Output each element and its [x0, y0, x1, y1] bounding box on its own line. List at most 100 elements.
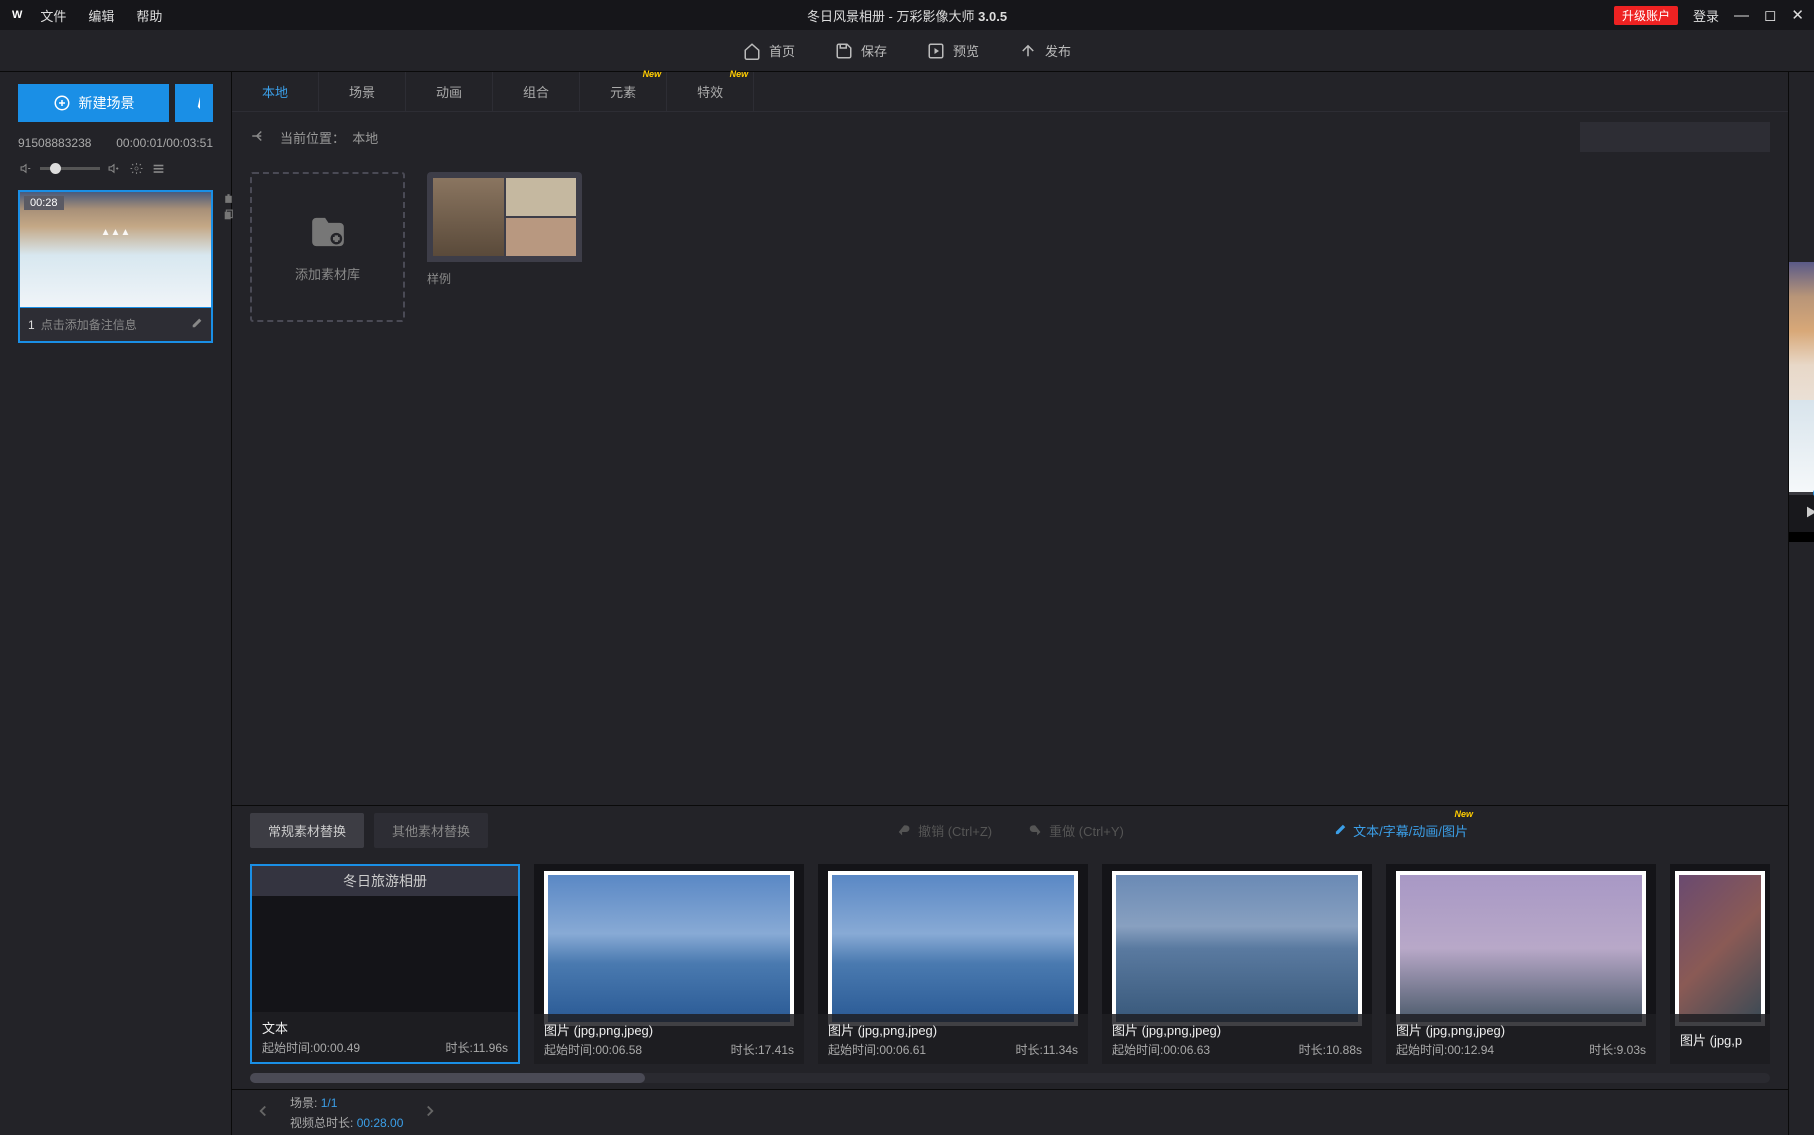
- login-button[interactable]: 登录: [1693, 6, 1719, 25]
- timeline-scrollbar[interactable]: [250, 1073, 1770, 1083]
- clip-type: 图片 (jpg,png,jpeg): [1396, 1020, 1646, 1039]
- video-controls: 00:01.61/00:28.00: [1789, 492, 1814, 532]
- minimize-icon[interactable]: —: [1734, 7, 1749, 24]
- scene-count: 1/1: [321, 1096, 338, 1110]
- pencil-icon[interactable]: [190, 317, 203, 333]
- settings-icon[interactable]: [128, 160, 144, 176]
- title-text: 冬日风景相册 - 万彩影像大师: [807, 9, 975, 24]
- home-label: 首页: [769, 41, 795, 60]
- scene-controls: [18, 160, 213, 176]
- app-title: 冬日风景相册 - 万彩影像大师 3.0.5: [807, 6, 1007, 25]
- upgrade-button[interactable]: 升级账户: [1614, 6, 1678, 25]
- delete-scene-icon[interactable]: [222, 192, 235, 205]
- tab-animation[interactable]: 动画: [406, 72, 493, 111]
- scene-preview-image: 00:28 ▲▲▲: [20, 192, 211, 307]
- scene-label: 场景:: [290, 1096, 317, 1110]
- new-badge: New: [643, 69, 662, 79]
- clip-start: 起始时间:00:00.49: [262, 1039, 360, 1056]
- sort-icon: [185, 94, 203, 112]
- time-display: 00:00:01/00:03:51: [116, 136, 213, 150]
- new-badge: New: [1454, 809, 1473, 819]
- menu-help[interactable]: 帮助: [136, 6, 162, 25]
- clip-start: 起始时间:00:06.63: [1112, 1041, 1210, 1058]
- publish-button[interactable]: 发布: [1019, 41, 1071, 60]
- add-library-button[interactable]: 添加素材库: [250, 172, 405, 322]
- app-logo: W: [12, 9, 22, 21]
- clip-image[interactable]: 图片 (jpg,png,jpeg) 起始时间:00:06.63时长:10.88s: [1102, 864, 1372, 1064]
- save-label: 保存: [861, 41, 887, 60]
- clip-thumbnail: [1396, 871, 1646, 1026]
- clip-duration: 时长:9.03s: [1589, 1041, 1646, 1058]
- main-toolbar: 首页 保存 预览 发布: [0, 30, 1814, 72]
- back-button[interactable]: [250, 127, 268, 148]
- tab-scene[interactable]: 场景: [319, 72, 406, 111]
- save-button[interactable]: 保存: [835, 41, 887, 60]
- clip-start: 起始时间:00:06.58: [544, 1041, 642, 1058]
- undo-icon: [896, 822, 912, 838]
- more-icon[interactable]: [150, 160, 166, 176]
- clip-thumbnail: [828, 871, 1078, 1026]
- clip-type: 图片 (jpg,png,jpeg): [828, 1020, 1078, 1039]
- clip-type: 图片 (jpg,png,jpeg): [544, 1020, 794, 1039]
- volume-slider[interactable]: [40, 167, 100, 170]
- tab-element[interactable]: 元素New: [580, 72, 667, 111]
- volume-down-icon[interactable]: [18, 160, 34, 176]
- clip-type: 图片 (jpg,p: [1680, 1030, 1760, 1049]
- arrow-left-icon: [250, 127, 268, 145]
- home-icon: [743, 42, 761, 60]
- timeline-area: 常规素材替换 其他素材替换 撤销 (Ctrl+Z) 重做 (Ctrl+Y) 文本…: [232, 805, 1788, 1135]
- clip-image[interactable]: 图片 (jpg,p: [1670, 864, 1770, 1064]
- tab-regular-replace[interactable]: 常规素材替换: [250, 813, 364, 848]
- tab-other-replace[interactable]: 其他素材替换: [374, 813, 488, 848]
- sort-scenes-button[interactable]: [175, 84, 213, 122]
- undo-button[interactable]: 撤销 (Ctrl+Z): [896, 821, 992, 840]
- clip-type: 文本: [262, 1018, 508, 1037]
- next-scene-button[interactable]: [421, 1102, 439, 1123]
- close-icon[interactable]: ✕: [1791, 6, 1804, 24]
- search-input[interactable]: [1590, 130, 1767, 145]
- publish-icon: [1019, 42, 1037, 60]
- video-preview: 冬日风景相册 00:01.61/00:28.00: [1789, 262, 1814, 542]
- scrollbar-thumb[interactable]: [250, 1073, 645, 1083]
- edit-text-button[interactable]: 文本/字幕/动画/图片 New: [1333, 821, 1468, 840]
- video-canvas[interactable]: 冬日风景相册: [1789, 262, 1814, 492]
- folder-plus-icon: [308, 212, 348, 252]
- tab-effect[interactable]: 特效New: [667, 72, 754, 111]
- scene-note[interactable]: 点击添加备注信息: [41, 316, 137, 333]
- new-scene-button[interactable]: 新建场景: [18, 84, 169, 122]
- breadcrumb: 当前位置： 本地: [280, 128, 378, 147]
- plus-circle-icon: [53, 94, 71, 112]
- clip-duration: 时长:11.34s: [1016, 1041, 1078, 1058]
- clip-thumbnail: [1675, 871, 1765, 1026]
- clip-text[interactable]: 冬日旅游相册 文本 起始时间:00:00.49时长:11.96s: [250, 864, 520, 1064]
- play-icon[interactable]: [1803, 504, 1814, 520]
- clip-image[interactable]: 图片 (jpg,png,jpeg) 起始时间:00:12.94 时长:9.03s: [1386, 864, 1656, 1064]
- redo-button[interactable]: 重做 (Ctrl+Y): [1027, 821, 1124, 840]
- clip-duration: 时长:11.96s: [446, 1039, 508, 1056]
- video-progress[interactable]: [1789, 492, 1814, 495]
- scene-thumbnail[interactable]: 00:28 ▲▲▲ 1 点击添加备注信息: [18, 190, 213, 343]
- search-box[interactable]: [1580, 122, 1770, 152]
- clip-thumbnail: [1112, 871, 1362, 1026]
- clip-start: 起始时间:00:12.94: [1396, 1041, 1494, 1058]
- clip-start: 起始时间:00:06.61: [828, 1041, 926, 1058]
- asset-folder-sample[interactable]: 样例: [427, 172, 582, 322]
- statusbar: 场景: 1/1 视频总时长: 00:28.00: [232, 1089, 1788, 1135]
- clip-image[interactable]: 图片 (jpg,png,jpeg) 起始时间:00:06.58时长:17.41s: [534, 864, 804, 1064]
- tab-local[interactable]: 本地: [232, 72, 319, 111]
- maximize-icon[interactable]: ◻: [1764, 6, 1776, 24]
- save-icon: [835, 42, 853, 60]
- menu-file[interactable]: 文件: [40, 6, 66, 25]
- new-badge: New: [730, 69, 749, 79]
- total-label: 视频总时长:: [290, 1116, 353, 1130]
- home-button[interactable]: 首页: [743, 41, 795, 60]
- clip-image[interactable]: 图片 (jpg,png,jpeg) 起始时间:00:06.61 时长:11.34s: [818, 864, 1088, 1064]
- preview-icon: [927, 42, 945, 60]
- prev-scene-button[interactable]: [254, 1102, 272, 1123]
- tab-combo[interactable]: 组合: [493, 72, 580, 111]
- volume-up-icon[interactable]: [106, 160, 122, 176]
- asset-tabs: 本地 场景 动画 组合 元素New 特效New: [232, 72, 1788, 112]
- copy-scene-icon[interactable]: [222, 209, 235, 222]
- preview-button[interactable]: 预览: [927, 41, 979, 60]
- menu-edit[interactable]: 编辑: [88, 6, 114, 25]
